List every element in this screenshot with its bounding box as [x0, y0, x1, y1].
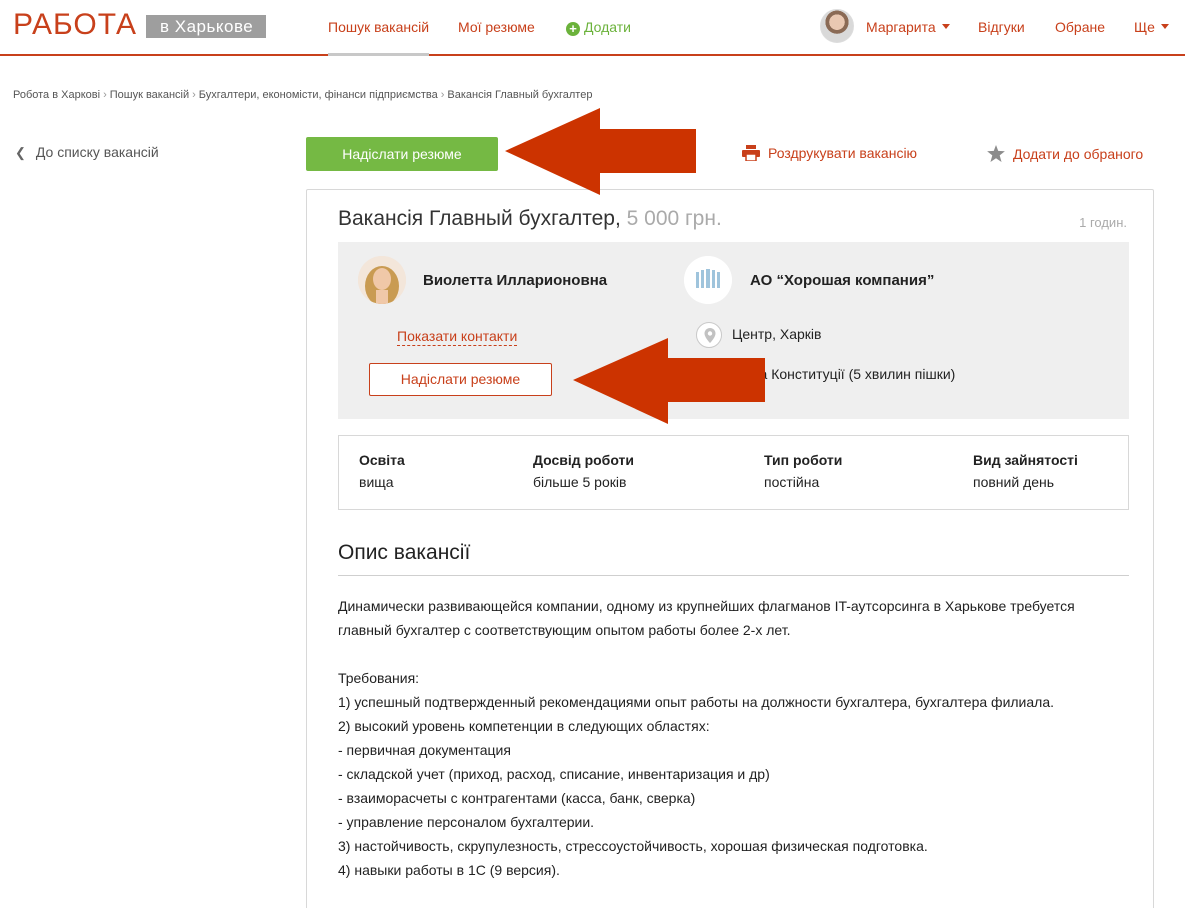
star-icon	[987, 145, 1005, 162]
print-label: Роздрукувати вакансію	[768, 145, 918, 161]
description-line: - управление персоналом бухгалтерии.	[338, 814, 595, 830]
property-value: вища	[359, 474, 394, 490]
property-key: Вид зайнятості	[973, 452, 1078, 468]
description-line: - складской учет (приход, расход, списан…	[338, 766, 770, 782]
vacancy-title-text: Вакансія Главный бухгалтер,	[338, 207, 621, 230]
nav-favorites[interactable]: Обране	[1055, 0, 1105, 56]
user-menu[interactable]: Маргарита	[866, 0, 950, 56]
user-name: Маргарита	[866, 19, 936, 35]
description-line: Требования:	[338, 670, 420, 686]
breadcrumb-separator: ›	[440, 89, 445, 101]
property-employment: Вид зайнятості повний день	[973, 452, 1078, 490]
vacancy-salary: 5 000 грн.	[626, 207, 722, 230]
breadcrumb: Робота в Харкові › Пошук вакансій › Бухгалте…	[13, 89, 592, 101]
description-line: 1) успешный подтвержденный рекомендациям…	[338, 694, 1055, 710]
description-body: Динамически развивающейся компании, одно…	[338, 594, 1129, 882]
description-line: Динамически развивающейся компании, одно…	[338, 598, 1075, 614]
property-key: Тип роботи	[764, 452, 843, 468]
print-vacancy-link[interactable]: Роздрукувати вакансію	[742, 145, 917, 161]
description-line: - взаиморасчеты с контрагентами (касса, …	[338, 790, 696, 806]
posted-time: 1 годин.	[1079, 215, 1127, 230]
contact-name: Виолетта Илларионовна	[423, 272, 608, 289]
send-resume-button[interactable]: Надіслати резюме	[306, 137, 498, 171]
annotation-arrow-left-icon	[505, 108, 696, 195]
divider	[338, 575, 1129, 576]
property-key: Освіта	[359, 452, 405, 468]
nav-search-vacancies[interactable]: Пошук вакансій	[328, 0, 430, 56]
nav-add[interactable]: + Додати	[566, 0, 631, 56]
breadcrumb-item[interactable]: Робота в Харкові	[13, 89, 100, 101]
breadcrumb-item[interactable]: Бухгалтери, економісти, фінанси підприєм…	[199, 89, 438, 101]
property-work-type: Тип роботи постійна	[764, 452, 842, 490]
contact-photo	[358, 256, 406, 304]
property-experience: Досвід роботи більше 5 років	[533, 452, 634, 490]
back-label: До списку вакансій	[35, 144, 159, 160]
vacancy-address: ща Конституції (5 хвилин пішки)	[748, 366, 956, 382]
top-header: РАБОТА в Харькове Пошук вакансій Мої рез…	[0, 0, 1185, 56]
property-key: Досвід роботи	[533, 452, 634, 468]
vacancy-card: Вакансія Главный бухгалтер, 5 000 грн. 1…	[306, 189, 1154, 908]
property-value: повний день	[973, 474, 1055, 490]
send-resume-outline-button[interactable]: Надіслати резюме	[369, 363, 552, 396]
company-logo[interactable]	[684, 256, 732, 304]
description-line: 2) высокий уровень компетенции в следующ…	[338, 718, 710, 734]
nav-responses[interactable]: Відгуки	[978, 0, 1025, 56]
description-title: Опис вакансії	[338, 541, 471, 564]
description-line: главный бухгалтер с соответствующим опыт…	[338, 622, 791, 638]
property-education: Освіта вища	[359, 452, 405, 490]
caret-down-icon	[1160, 24, 1169, 29]
add-to-favorites-link[interactable]: Додати до обраного	[987, 145, 1143, 162]
plus-icon: +	[566, 22, 580, 36]
user-avatar[interactable]	[820, 9, 854, 43]
nav-more-label: Ще	[1134, 19, 1155, 35]
property-value: більше 5 років	[533, 474, 627, 490]
show-contacts-link[interactable]: Показати контакти	[397, 327, 518, 346]
breadcrumb-separator: ›	[192, 89, 196, 101]
description-line: 3) настойчивость, скрупулезность, стресс…	[338, 838, 928, 854]
caret-down-icon	[941, 24, 950, 29]
nav-more[interactable]: Ще	[1134, 0, 1169, 56]
favorite-label: Додати до обраного	[1013, 146, 1144, 162]
vacancy-properties: Освіта вища Досвід роботи більше 5 років…	[338, 435, 1129, 510]
breadcrumb-current: Вакансія Главный бухгалтер	[447, 89, 593, 101]
site-logo[interactable]: РАБОТА	[13, 8, 137, 42]
city-badge[interactable]: в Харькове	[146, 15, 266, 38]
chevron-left-icon: ❮	[15, 145, 26, 160]
annotation-arrow-left-icon	[573, 338, 765, 424]
property-value: постійна	[764, 474, 820, 490]
back-to-list-link[interactable]: ❮ До списку вакансій	[15, 144, 159, 161]
description-line: - первичная документация	[338, 742, 511, 758]
company-name[interactable]: АО “Хорошая компания”	[750, 272, 934, 289]
description-line: 4) навыки работы в 1С (9 версия).	[338, 862, 560, 878]
breadcrumb-separator: ›	[103, 89, 107, 101]
nav-add-label: Додати	[584, 19, 631, 35]
breadcrumb-item[interactable]: Пошук вакансій	[110, 89, 189, 101]
printer-icon	[742, 145, 760, 161]
description-line	[338, 642, 1129, 666]
nav-my-resumes[interactable]: Мої резюме	[458, 0, 535, 56]
vacancy-title: Вакансія Главный бухгалтер, 5 000 грн.	[338, 207, 722, 231]
